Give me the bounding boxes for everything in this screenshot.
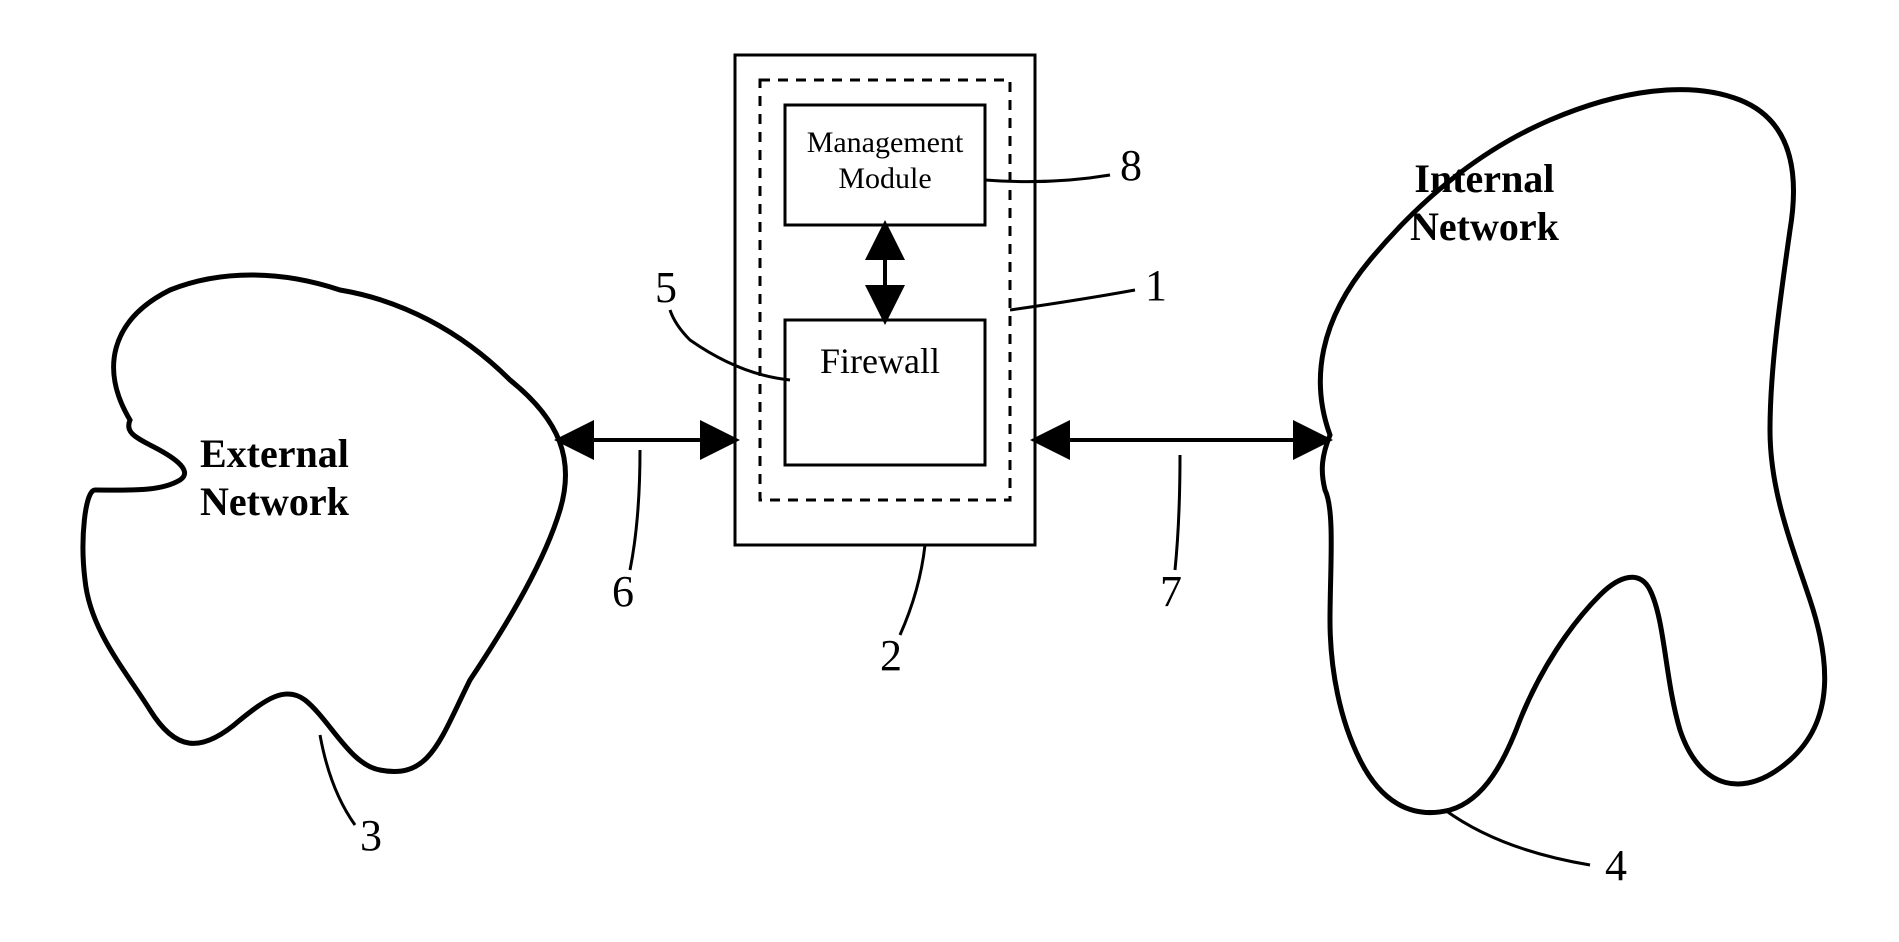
leader-1 (1010, 290, 1135, 310)
ref-number-2: 2 (880, 630, 902, 681)
leader-4 (1445, 810, 1590, 865)
internal-network-blob (1320, 90, 1824, 813)
ref-number-6: 6 (612, 566, 634, 617)
external-network-label: External Network (200, 430, 349, 526)
ref-number-1: 1 (1145, 260, 1167, 311)
external-network-label-line2: Network (200, 478, 349, 526)
leader-6 (630, 450, 640, 570)
internal-network-label-line1: Internal (1410, 155, 1559, 203)
leader-7 (1175, 455, 1180, 570)
management-module-label: Management Module (795, 125, 975, 197)
ref-number-7: 7 (1160, 566, 1182, 617)
ref-number-5: 5 (655, 262, 677, 313)
leader-8 (985, 175, 1110, 182)
leader-2 (900, 545, 925, 635)
leader-5 (670, 310, 790, 380)
internal-network-label: Internal Network (1410, 155, 1559, 251)
diagram-container: External Network Internal Network Manage… (0, 0, 1899, 942)
ref-number-3: 3 (360, 810, 382, 861)
internal-network-label-line2: Network (1410, 203, 1559, 251)
firewall-label: Firewall (820, 340, 940, 382)
ref-number-4: 4 (1605, 840, 1627, 891)
management-module-label-line2: Module (795, 161, 975, 197)
management-module-label-line1: Management (795, 125, 975, 161)
external-network-label-line1: External (200, 430, 349, 478)
ref-number-8: 8 (1120, 140, 1142, 191)
